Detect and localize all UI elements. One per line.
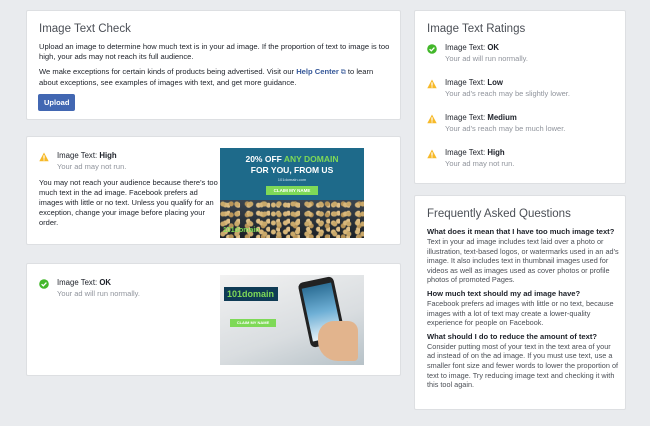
warning-icon (39, 152, 49, 162)
hand-shape (318, 321, 358, 361)
external-link-icon: ⧉ (338, 69, 346, 76)
rating-desc: Your ad's reach may be much lower. (445, 124, 566, 133)
status-rating: High (99, 151, 117, 160)
rating-prefix: Image Text: (445, 113, 488, 122)
status-prefix: Image Text: (57, 278, 100, 287)
ratings-card: Image Text Ratings Image Text: OK Your a… (414, 10, 626, 184)
check-circle-icon (39, 279, 49, 289)
result-high-card: Image Text: High Your ad may not run. Yo… (26, 136, 401, 245)
help-center-link[interactable]: Help Center (296, 67, 339, 76)
result-ok-card: Image Text: OK Your ad will run normally… (26, 263, 401, 376)
rating-label: Image Text: OK (445, 43, 499, 52)
status-prefix: Image Text: (57, 151, 100, 160)
status-rating: OK (99, 278, 112, 287)
faq-question: What should I do to reduce the amount of… (427, 331, 598, 341)
ad-cta: CLAIM MY NAME (266, 186, 318, 195)
warning-icon (427, 114, 437, 124)
rating-prefix: Image Text: (445, 43, 488, 52)
faq-answer: Consider putting most of your text in th… (427, 341, 619, 390)
rating-value: Medium (487, 113, 517, 122)
rating-label: Image Text: Medium (445, 113, 517, 122)
ad-small-text: 101domain.com (277, 177, 307, 182)
ad-image-preview-ok: 101domain CLAIM MY NAME (220, 275, 364, 365)
ad-headline-3: FOR YOU, FROM US (250, 165, 334, 175)
ad-cta: CLAIM MY NAME (230, 319, 276, 327)
rating-high: Image Text: High Your ad may not run. (427, 148, 617, 170)
check-circle-icon (427, 44, 437, 54)
faq-question: What does it mean that I have too much i… (427, 227, 615, 236)
rating-low: Image Text: Low Your ad's reach may be s… (427, 78, 617, 100)
status-ok: Image Text: OK Your ad will run normally… (39, 278, 199, 302)
rating-value: Low (487, 78, 503, 87)
faq-answer: Facebook prefers ad images with little o… (427, 298, 614, 328)
status-label: Image Text: OK (57, 278, 111, 287)
faq-card: Frequently Asked Questions What does it … (414, 195, 626, 410)
rating-medium: Image Text: Medium Your ad's reach may b… (427, 113, 617, 135)
rating-label: Image Text: Low (445, 78, 503, 87)
status-sub: Your ad may not run. (57, 162, 127, 171)
status-high: Image Text: High Your ad may not run. (39, 151, 199, 175)
ad-image-preview-high: 20% OFF ANY DOMAIN FOR YOU, FROM US 101d… (220, 148, 364, 238)
ad-headline-1: 20% OFF (245, 154, 282, 164)
rating-ok: Image Text: OK Your ad will run normally… (427, 43, 617, 65)
rating-desc: Your ad's reach may be slightly lower. (445, 89, 570, 98)
rating-prefix: Image Text: (445, 148, 488, 157)
rating-value: High (487, 148, 505, 157)
card-title: Image Text Check (39, 23, 131, 35)
rating-prefix: Image Text: (445, 78, 488, 87)
high-explanation: You may not reach your audience because … (39, 178, 218, 227)
faq-title: Frequently Asked Questions (427, 208, 571, 220)
rating-desc: Your ad may not run. (445, 159, 515, 168)
ad-headline: 20% OFF ANY DOMAIN (220, 154, 364, 164)
ratings-title: Image Text Ratings (427, 23, 526, 35)
rating-value: OK (487, 43, 500, 52)
status-label: Image Text: High (57, 151, 117, 160)
ad-logo: 101domain (227, 289, 275, 299)
check-description: Upload an image to determine how much te… (39, 42, 390, 61)
faq-list: What does it mean that I have too much i… (427, 227, 619, 394)
ad-logo: 101domain (223, 227, 260, 234)
exceptions-text-pre: We make exceptions for certain kinds of … (39, 67, 297, 76)
ad-banner: 101domain (224, 287, 278, 301)
faq-question: How much text should my ad image have? (427, 288, 581, 298)
faq-answer: Text in your ad image includes text laid… (427, 237, 619, 285)
warning-icon (427, 79, 437, 89)
rating-label: Image Text: High (445, 148, 505, 157)
ad-headline-2: ANY DOMAIN (283, 154, 339, 164)
rating-desc: Your ad will run normally. (445, 54, 528, 63)
image-text-check-card: Image Text Check Upload an image to dete… (26, 10, 401, 120)
status-sub: Your ad will run normally. (57, 289, 140, 298)
warning-icon (427, 149, 437, 159)
upload-button[interactable]: Upload (38, 94, 76, 111)
exceptions-description: We make exceptions for certain kinds of … (39, 67, 391, 88)
